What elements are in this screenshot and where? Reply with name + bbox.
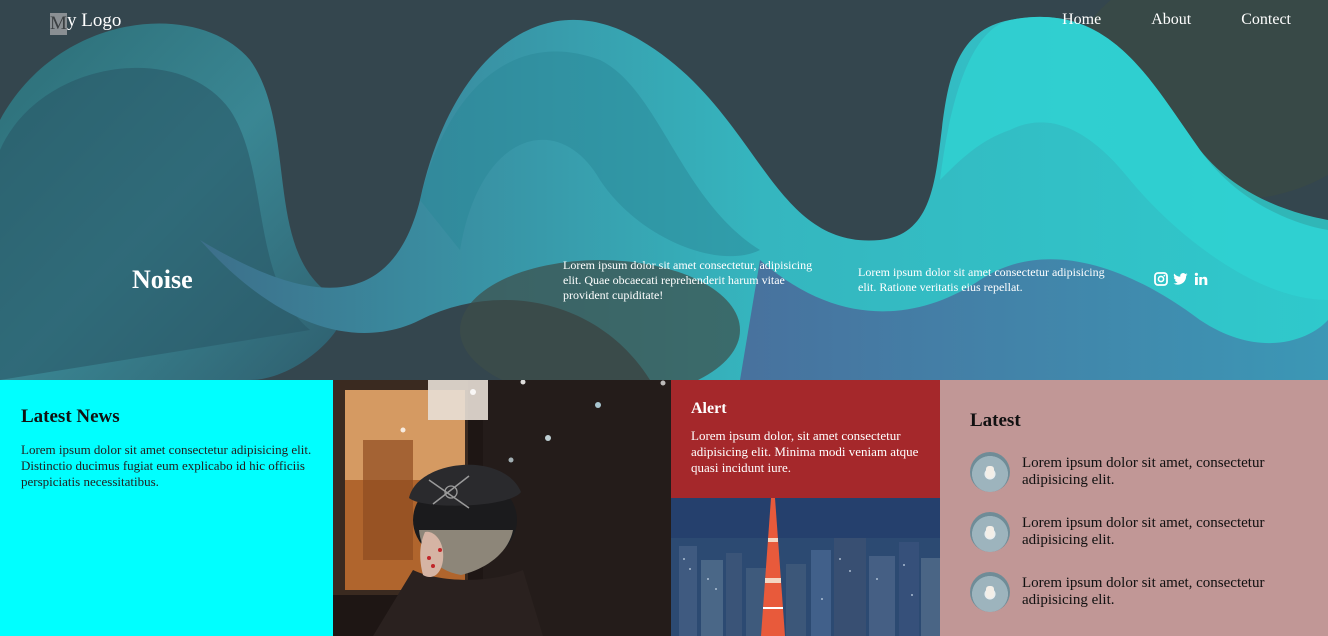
latest-item-text: Lorem ipsum dolor sit amet, consectetur … [1022, 575, 1265, 608]
alert-card: Alert Lorem ipsum dolor, sit amet consec… [671, 380, 940, 498]
latest-item[interactable]: Lorem ipsum dolor sit amet, consectetur … [970, 452, 1298, 492]
latest-title: Latest [970, 410, 1021, 431]
hero-section: My Logo Home About Contect Noise Lorem i… [0, 0, 1328, 380]
latest-item-text: Lorem ipsum dolor sit amet, consectetur … [1022, 455, 1265, 488]
avatar [970, 512, 1010, 552]
hero-text-primary: Lorem ipsum dolor sit amet consectetur, … [563, 258, 813, 302]
avatar [970, 452, 1010, 492]
hero-text-secondary: Lorem ipsum dolor sit amet consectetur a… [858, 265, 1105, 294]
alert-title: Alert [691, 400, 727, 417]
logo-mark: M [50, 13, 67, 35]
twitter-icon[interactable] [1173, 271, 1188, 286]
main-nav: Home About Contect [1062, 11, 1291, 29]
hero-title: Noise [132, 265, 193, 294]
photo-card [333, 380, 671, 636]
alert-text: Lorem ipsum dolor, sit amet consectetur … [691, 428, 919, 475]
nav-contact-link[interactable]: Contect [1241, 11, 1291, 29]
social-links [1153, 271, 1208, 286]
latest-item-text: Lorem ipsum dolor sit amet, consectetur … [1022, 515, 1265, 548]
latest-news-card: Latest News Lorem ipsum dolor sit amet c… [0, 380, 333, 636]
person-in-cap-photo [333, 380, 671, 636]
latest-item[interactable]: Lorem ipsum dolor sit amet, consectetur … [970, 512, 1298, 552]
latest-card: Latest Lorem ipsum dolor sit amet, conse… [940, 380, 1328, 636]
latest-news-title: Latest News [21, 406, 120, 427]
avatar [970, 572, 1010, 612]
linkedin-icon[interactable] [1193, 271, 1208, 286]
hero-wave-background [0, 0, 1328, 380]
city-photo-card [671, 498, 940, 636]
latest-item[interactable]: Lorem ipsum dolor sit amet, consectetur … [970, 572, 1298, 612]
latest-news-text: Lorem ipsum dolor sit amet consectetur a… [21, 442, 312, 489]
instagram-icon[interactable] [1153, 271, 1168, 286]
tokyo-tower-photo [671, 498, 940, 636]
nav-about-link[interactable]: About [1151, 11, 1191, 29]
logo[interactable]: My Logo [50, 10, 121, 35]
nav-home-link[interactable]: Home [1062, 11, 1101, 29]
logo-text: y Logo [67, 10, 122, 31]
